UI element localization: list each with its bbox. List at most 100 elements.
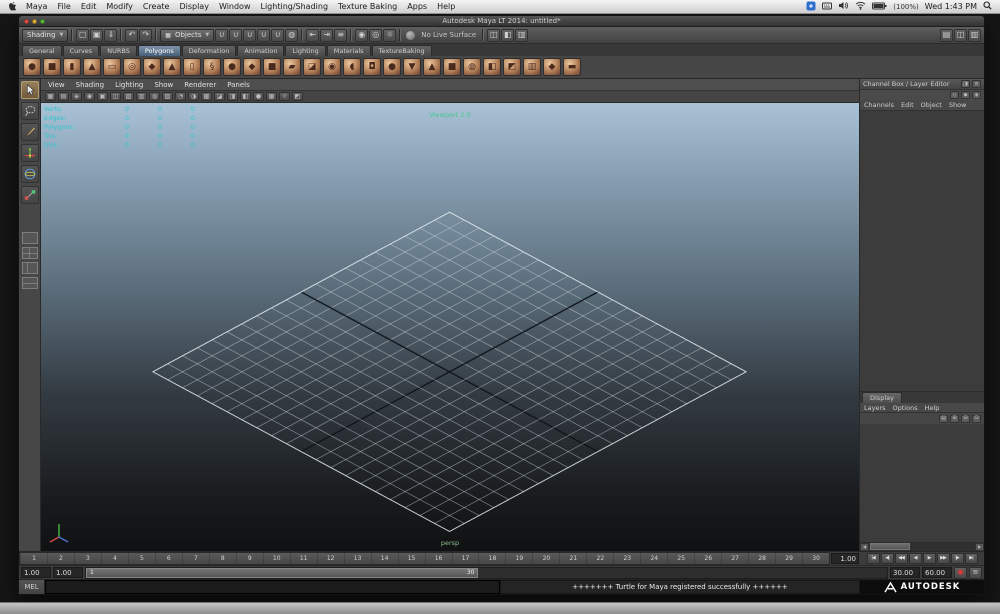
menu-item[interactable]: Maya [21,2,52,11]
frame-tick[interactable]: 16 [425,553,452,564]
triangulate-icon[interactable]: ▲ [423,58,441,76]
keyboard-icon[interactable] [822,2,832,12]
layer-editor-menu-item[interactable]: Help [925,404,940,412]
frame-tick[interactable]: 3 [74,553,101,564]
range-start-handle[interactable]: 1 [90,569,94,576]
bookmarks-icon[interactable]: ◉ [84,92,95,101]
frame-tick[interactable]: 4 [101,553,128,564]
shadows-icon[interactable]: ◩ [292,92,303,101]
shelf-tab[interactable]: Materials [327,45,371,56]
boolean-difference-icon[interactable]: ◖ [343,58,361,76]
reduce-icon[interactable]: ▼ [403,58,421,76]
textured-icon[interactable]: ▦ [266,92,277,101]
animation-end-field[interactable]: 60.00 [922,567,952,578]
menu-item[interactable]: Edit [76,2,102,11]
grease-pencil-icon[interactable]: ▧ [123,92,134,101]
append-polygon-icon[interactable]: ◧ [483,58,501,76]
animation-preferences-button[interactable]: ≡ [969,567,982,579]
step-forward-key-button[interactable]: ▶▶ [937,553,950,564]
ipr-render-icon[interactable]: ◎ [369,29,382,42]
field-chart-icon[interactable]: ◑ [188,92,199,101]
separate-icon[interactable]: ▰ [283,58,301,76]
render-current-frame-icon[interactable]: ◉ [355,29,368,42]
grid-toggle-icon[interactable]: ▥ [136,92,147,101]
poly-torus-icon[interactable]: ◎ [123,58,141,76]
frame-tick[interactable]: 13 [344,553,371,564]
file-open-icon[interactable]: ▣ [90,29,103,42]
command-line-mode-button[interactable]: MEL [19,580,45,594]
frame-tick[interactable]: 19 [505,553,532,564]
two-d-pan-zoom-icon[interactable]: ◫ [110,92,121,101]
command-line-input[interactable] [45,580,500,594]
panel-menu-item[interactable]: Lighting [115,81,143,89]
poly-plane-icon[interactable]: ▭ [103,58,121,76]
output-connections-icon[interactable]: ⇥ [320,29,333,42]
close-window-button[interactable] [24,19,29,24]
frame-tick[interactable]: 15 [398,553,425,564]
frame-tick[interactable]: 2 [47,553,74,564]
highlight-selection-icon[interactable]: ◧ [501,29,514,42]
frame-tick[interactable]: 21 [559,553,586,564]
volume-icon[interactable] [838,1,849,12]
live-surface-icon[interactable] [406,31,415,40]
poly-pipe-icon[interactable]: ▯ [183,58,201,76]
scrollbar-track[interactable] [869,543,975,551]
scrollbar-thumb[interactable] [870,543,910,550]
channel-box-menu-item[interactable]: Object [921,101,942,109]
frame-tick[interactable]: 24 [640,553,667,564]
menu-item[interactable]: Window [214,2,256,11]
menu-extra-icon[interactable] [806,1,816,13]
shelf-tab[interactable]: Deformation [182,45,237,56]
menubar-clock[interactable]: Wed 1:43 PM [925,2,977,11]
channel-box-toggle-icon[interactable]: ▥ [968,29,981,42]
panel-menu-item[interactable]: Panels [227,81,250,89]
frame-tick[interactable]: 22 [586,553,613,564]
layout-four-view-button[interactable] [22,247,38,259]
menu-item[interactable]: Help [432,2,460,11]
menu-item[interactable]: Texture Baking [333,2,402,11]
film-gate-icon[interactable]: ◍ [149,92,160,101]
apple-menu-icon[interactable] [8,1,17,12]
safe-action-icon[interactable]: ▩ [201,92,212,101]
new-layer-from-selected-icon[interactable]: ⊟ [961,415,970,423]
camera-attributes-icon[interactable]: ◈ [71,92,82,101]
shelf-tab[interactable]: General [22,45,62,56]
selection-mask-icon[interactable]: ▥ [515,29,528,42]
extract-icon[interactable]: ◪ [303,58,321,76]
redo-icon[interactable]: ↷ [139,29,152,42]
channel-box-menu-item[interactable]: Channels [864,101,894,109]
step-forward-frame-button[interactable]: |▶ [951,553,964,564]
poly-cube-icon[interactable]: ■ [43,58,61,76]
poly-cylinder-icon[interactable]: ▮ [63,58,81,76]
go-to-start-button[interactable]: |◀ [867,553,880,564]
shelf-tab[interactable]: Polygons [138,45,181,56]
divider[interactable] [399,29,401,41]
menu-item[interactable]: Create [138,2,175,11]
split-polygon-icon[interactable]: ◩ [503,58,521,76]
playback-end-field[interactable]: 30.00 [890,567,920,578]
divider[interactable] [482,29,484,41]
gate-mask-icon[interactable]: ◔ [175,92,186,101]
play-backwards-button[interactable]: ◀ [909,553,922,564]
step-back-key-button[interactable]: ◀◀ [895,553,908,564]
menu-set-dropdown[interactable]: Shading ▼ [22,29,68,42]
shelf-tab[interactable]: NURBS [100,45,137,56]
menu-item[interactable]: File [52,2,75,11]
select-tool[interactable] [21,81,39,99]
divider[interactable] [155,29,157,41]
tab-display-layers[interactable]: Display [862,392,902,403]
minimize-window-button[interactable] [32,19,37,24]
frame-tick[interactable]: 18 [478,553,505,564]
lock-camera-icon[interactable]: ▤ [58,92,69,101]
frame-tick[interactable]: 9 [236,553,263,564]
resolution-gate-icon[interactable]: ▨ [162,92,173,101]
boolean-union-icon[interactable]: ◉ [323,58,341,76]
snap-projected-center-icon[interactable]: ∪ [257,29,270,42]
frame-tick[interactable]: 11 [290,553,317,564]
panel-menu-item[interactable]: Shading [76,81,104,89]
shaded-icon[interactable]: ● [253,92,264,101]
insert-edge-loop-icon[interactable]: ▥ [523,58,541,76]
menu-item[interactable]: Apps [402,2,432,11]
playback-range-bar[interactable]: 1 30 [86,568,478,578]
divider[interactable] [301,29,303,41]
